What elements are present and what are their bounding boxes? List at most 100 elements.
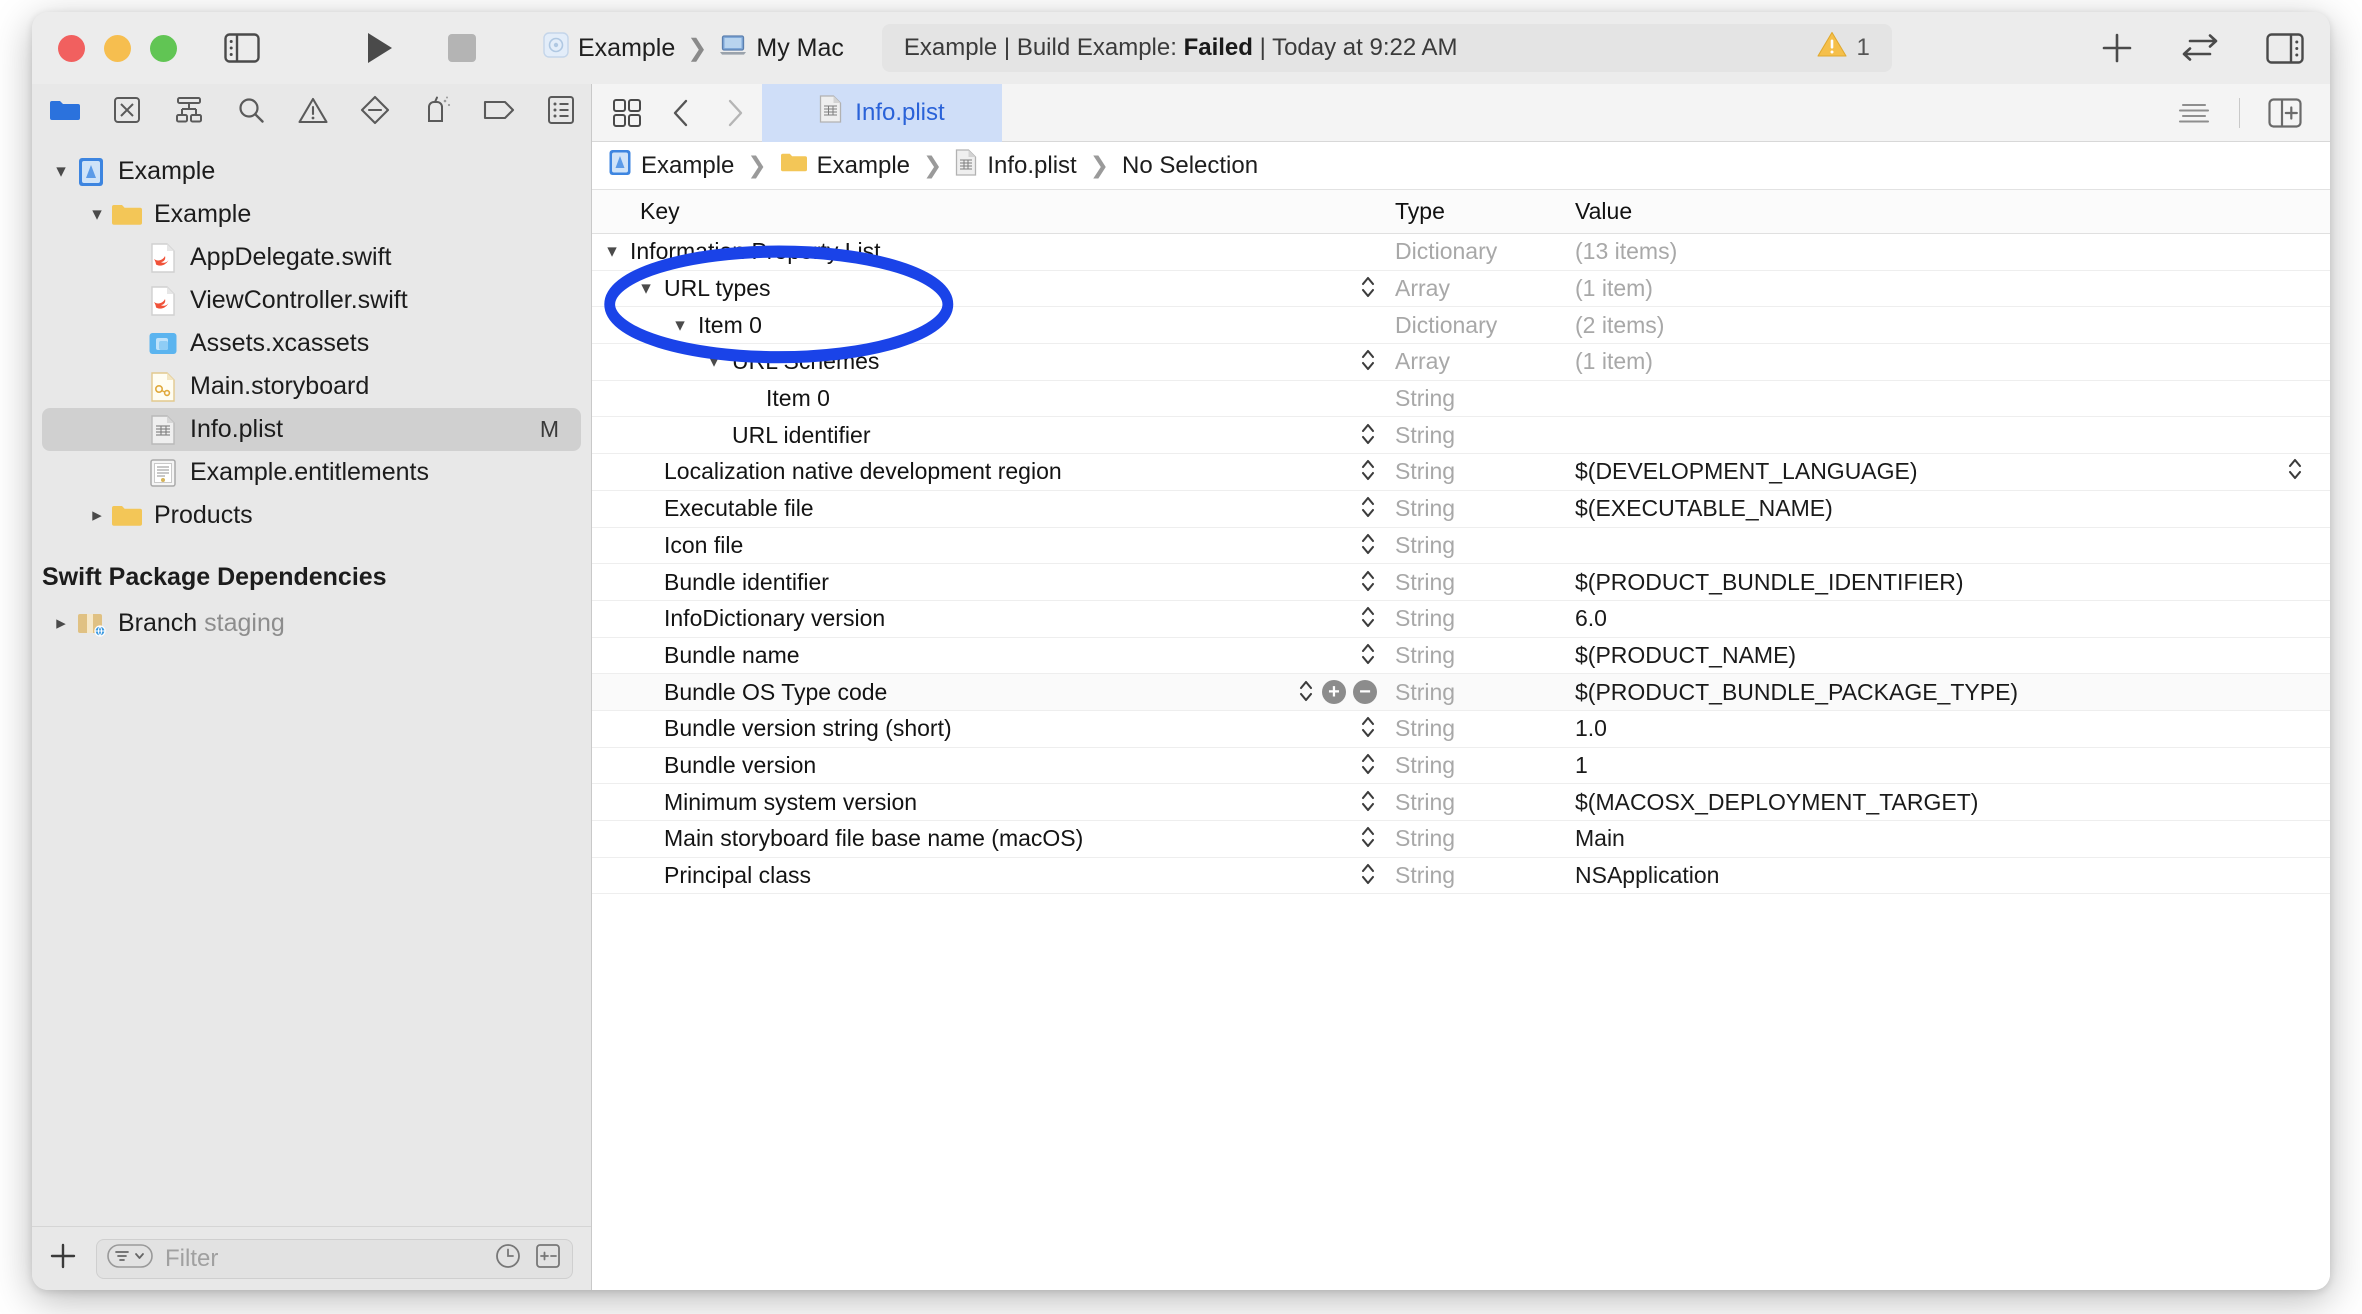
plist-row[interactable]: ▾Principal class String NSApplication [592,858,2330,895]
tree-item-main-storyboard[interactable]: ▾ Main.storyboard [32,365,591,408]
plist-type-cell[interactable]: String [1387,825,1567,852]
tree-item-appdelegate-swift[interactable]: ▾ AppDelegate.swift [32,236,591,279]
plist-type-cell[interactable]: Array [1387,348,1567,375]
source-control-navigator-icon[interactable] [110,93,144,127]
value-stepper-icon[interactable] [1297,676,1315,709]
plist-value-cell[interactable]: $(EXECUTABLE_NAME) [1567,495,2330,522]
plist-type-cell[interactable]: Array [1387,275,1567,302]
plist-value-cell[interactable]: NSApplication [1567,862,2330,889]
plist-value-cell[interactable]: 1 [1567,752,2330,779]
plist-key-cell[interactable]: ▾Principal class [592,862,1282,889]
plist-row[interactable]: ▾Icon file String [592,528,2330,565]
plist-type-cell[interactable]: String [1387,642,1567,669]
disclosure-open-icon[interactable]: ▾ [634,277,658,300]
value-stepper-icon[interactable] [1359,822,1377,855]
plist-value-cell[interactable]: (1 item) [1567,275,2330,302]
value-stepper-icon[interactable] [2286,454,2304,487]
value-stepper-icon[interactable] [1359,712,1377,745]
toggle-inspector-icon[interactable] [2266,32,2304,64]
disclosure-closed-icon[interactable]: ▸ [48,612,74,635]
tree-item-products[interactable]: ▸ Products [32,494,591,537]
plist-row[interactable]: ▾Minimum system version String $(MACOSX_DE… [592,784,2330,821]
plist-value-cell[interactable]: Main [1567,825,2330,852]
tree-item-viewcontroller-swift[interactable]: ▾ ViewController.swift [32,279,591,322]
plist-row[interactable]: ▾InfoDictionary version String 6.0 [592,601,2330,638]
plist-type-cell[interactable]: String [1387,422,1567,449]
run-button[interactable] [355,27,405,69]
disclosure-open-icon[interactable]: ▾ [84,203,110,226]
value-stepper-icon[interactable] [1359,529,1377,562]
tree-item-package-branch[interactable]: ▸ Branch staging [32,602,591,645]
plist-value-cell[interactable]: 6.0 [1567,605,2330,632]
value-stepper-icon[interactable] [1359,749,1377,782]
column-header-type[interactable]: Type [1387,198,1567,225]
plist-value-cell[interactable]: $(PRODUCT_BUNDLE_PACKAGE_TYPE) [1567,679,2330,706]
plist-row[interactable]: ▾Executable file String $(EXECUTABLE_NAME) [592,491,2330,528]
plist-key-cell[interactable]: ▾ Information Property List [592,238,1282,265]
plist-key-cell[interactable]: ▾Main storyboard file base name (macOS) [592,825,1282,852]
filter-field[interactable] [96,1238,573,1279]
disclosure-open-icon[interactable]: ▾ [600,240,624,263]
clock-icon[interactable] [494,1242,522,1275]
expand-collapse-icon[interactable] [534,1242,562,1275]
plist-row[interactable]: ▾URL identifier String [592,417,2330,455]
tree-item-group-example[interactable]: ▾ Example [32,193,591,236]
plist-type-cell[interactable]: String [1387,532,1567,559]
plist-key-cell[interactable]: ▾Executable file [592,495,1282,522]
column-header-value[interactable]: Value [1567,198,2330,225]
debug-navigator-icon[interactable] [420,93,454,127]
plist-key-cell[interactable]: ▾URL identifier [592,422,1282,449]
remove-row-button[interactable]: − [1353,680,1377,705]
activity-status-bar[interactable]: Example | Build Example: Failed | Today … [881,24,1892,72]
plist-key-cell[interactable]: ▾InfoDictionary version [592,605,1282,632]
plist-key-cell[interactable]: ▾Bundle version string (short) [592,715,1282,742]
plist-key-cell[interactable]: ▾Bundle identifier [592,569,1282,596]
plist-type-cell[interactable]: String [1387,862,1567,889]
disclosure-open-icon[interactable]: ▾ [668,314,692,337]
plist-row[interactable]: ▾Bundle name String $(PRODUCT_NAME) [592,638,2330,675]
navigate-back-button[interactable] [654,84,708,142]
plist-type-cell[interactable]: String [1387,569,1567,596]
value-stepper-icon[interactable] [1359,272,1377,305]
stop-button[interactable] [437,27,487,69]
hierarchy-navigator-icon[interactable] [172,93,206,127]
filter-menu-icon[interactable] [107,1243,153,1274]
find-navigator-icon[interactable] [234,93,268,127]
value-popup-stepper-icon[interactable] [2286,454,2304,490]
plist-type-cell[interactable]: Dictionary [1387,238,1567,265]
disclosure-closed-icon[interactable]: ▸ [84,504,110,527]
plist-row[interactable]: ▾ Information Property List Dictionary (13 … [592,234,2330,271]
plist-value-cell[interactable]: 1.0 [1567,715,2330,742]
project-navigator-icon[interactable] [48,93,82,127]
value-stepper-icon[interactable] [1359,566,1377,599]
plist-type-cell[interactable]: String [1387,752,1567,779]
minimize-window-button[interactable] [104,34,131,62]
add-editor-button[interactable] [2100,31,2134,65]
plist-row[interactable]: ▾Item 0 String [592,381,2330,418]
plist-type-cell[interactable]: Dictionary [1387,312,1567,339]
scheme-name[interactable]: Example [578,34,675,63]
tree-item-example-entitlements[interactable]: ▾ Example.entitlements [32,451,591,494]
plist-type-cell[interactable]: String [1387,715,1567,742]
disclosure-open-icon[interactable]: ▾ [702,350,726,373]
editor-options-icon[interactable] [600,84,654,142]
tree-item-assets-xcassets[interactable]: ▾ Assets.xcassets [32,322,591,365]
filter-input[interactable] [165,1244,482,1273]
plist-key-cell[interactable]: ▾ URL types [592,275,1282,302]
plist-value-cell[interactable]: $(DEVELOPMENT_LANGUAGE) [1567,458,2330,485]
warning-indicator[interactable]: 1 [1816,31,1870,65]
toggle-navigator-icon[interactable] [219,28,265,68]
tree-item-info-plist[interactable]: ▾ Info.plist M [42,408,581,451]
value-stepper-icon[interactable] [1359,492,1377,525]
zoom-window-button[interactable] [150,34,177,62]
issue-navigator-icon[interactable] [296,93,330,127]
breadcrumb-item-group[interactable]: Example [780,151,910,181]
add-file-button[interactable] [48,1241,78,1276]
plist-row[interactable]: ▾ URL Schemes Array (1 item) [592,344,2330,381]
code-review-icon[interactable] [2180,33,2220,63]
column-header-key[interactable]: Key [592,198,1282,225]
plist-row[interactable]: ▾Bundle identifier String $(PRODUCT_BUNDLE… [592,564,2330,601]
minimap-icon[interactable] [2167,84,2221,142]
breadcrumb-item-selection[interactable]: No Selection [1122,152,1258,180]
breadcrumb-item-project[interactable]: Example [608,149,734,183]
